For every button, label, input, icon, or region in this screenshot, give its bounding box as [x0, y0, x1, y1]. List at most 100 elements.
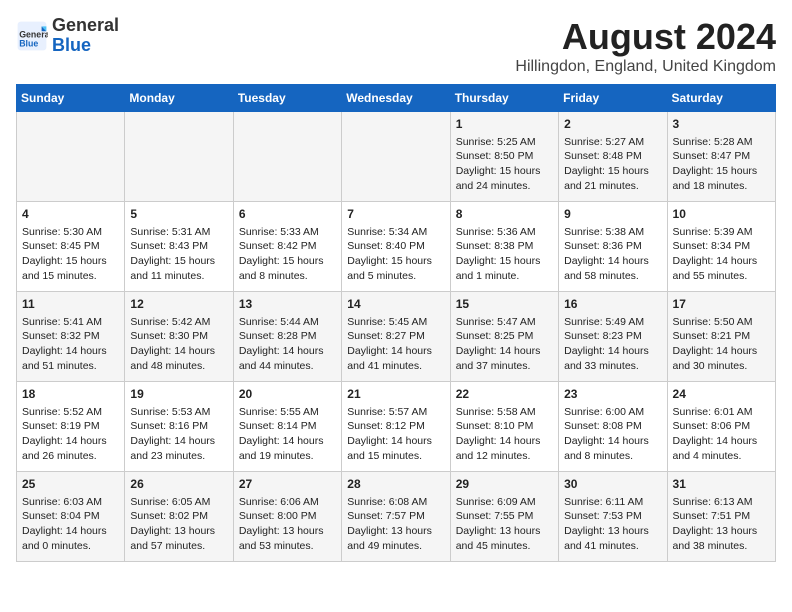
col-tuesday: Tuesday — [233, 85, 341, 112]
calendar-header: Sunday Monday Tuesday Wednesday Thursday… — [17, 85, 776, 112]
day-number: 30 — [564, 476, 661, 493]
day-info: Daylight: 15 hours — [22, 254, 119, 269]
day-info: Sunset: 8:16 PM — [130, 419, 227, 434]
day-info: Sunset: 7:53 PM — [564, 509, 661, 524]
day-info: and 48 minutes. — [130, 359, 227, 374]
day-info: Sunset: 7:57 PM — [347, 509, 444, 524]
calendar-cell: 8 Sunrise: 5:36 AMSunset: 8:38 PMDaylight… — [450, 202, 558, 292]
day-info: and 8 minutes. — [239, 269, 336, 284]
day-info: Daylight: 15 hours — [239, 254, 336, 269]
day-number: 19 — [130, 386, 227, 403]
day-number: 28 — [347, 476, 444, 493]
logo: General Blue General Blue — [16, 16, 119, 56]
day-info: Sunset: 8:43 PM — [130, 239, 227, 254]
day-info: Sunrise: 6:13 AM — [673, 495, 770, 510]
day-info: Sunrise: 6:00 AM — [564, 405, 661, 420]
col-friday: Friday — [559, 85, 667, 112]
calendar-cell: 1Sunrise: 5:25 AMSunset: 8:50 PMDaylight… — [450, 112, 558, 202]
calendar-cell: 5Sunrise: 5:31 AMSunset: 8:43 PMDaylight… — [125, 202, 233, 292]
day-info: Daylight: 13 hours — [456, 524, 553, 539]
day-info: and 57 minutes. — [130, 539, 227, 554]
day-number: 6 — [239, 206, 336, 223]
day-info: and 4 minutes. — [673, 449, 770, 464]
logo-blue-text: Blue — [52, 35, 91, 55]
calendar-week-2: 4Sunrise: 5:30 AMSunset: 8:45 PMDaylight… — [17, 202, 776, 292]
day-info: Daylight: 13 hours — [130, 524, 227, 539]
day-info: and 15 minutes. — [347, 449, 444, 464]
day-info: Sunrise: 5:58 AM — [456, 405, 553, 420]
day-number: 18 — [22, 386, 119, 403]
day-info: and 58 minutes. — [564, 269, 661, 284]
day-info: Sunset: 7:55 PM — [456, 509, 553, 524]
day-info: Sunrise: 5:55 AM — [239, 405, 336, 420]
calendar-week-1: 1Sunrise: 5:25 AMSunset: 8:50 PMDaylight… — [17, 112, 776, 202]
day-info: Sunset: 8:06 PM — [673, 419, 770, 434]
calendar-week-3: 11Sunrise: 5:41 AMSunset: 8:32 PMDayligh… — [17, 292, 776, 382]
day-info: Daylight: 14 hours — [564, 434, 661, 449]
calendar-cell — [233, 112, 341, 202]
day-info: Daylight: 15 hours — [347, 254, 444, 269]
day-number: 21 — [347, 386, 444, 403]
day-info: Daylight: 14 hours — [456, 344, 553, 359]
day-info: and 51 minutes. — [22, 359, 119, 374]
day-number: 4 — [22, 206, 119, 223]
day-number: 15 — [456, 296, 553, 313]
day-info: Sunrise: 5:36 AM — [456, 225, 553, 240]
day-info: Sunrise: 5:39 AM — [673, 225, 770, 240]
day-info: Sunset: 8:19 PM — [22, 419, 119, 434]
day-number: 16 — [564, 296, 661, 313]
day-number: 14 — [347, 296, 444, 313]
col-wednesday: Wednesday — [342, 85, 450, 112]
day-info: Daylight: 14 hours — [239, 434, 336, 449]
day-info: Daylight: 14 hours — [22, 524, 119, 539]
day-info: Sunrise: 5:44 AM — [239, 315, 336, 330]
day-info: Sunrise: 6:01 AM — [673, 405, 770, 420]
day-info: Sunset: 8:50 PM — [456, 149, 553, 164]
day-info: and 49 minutes. — [347, 539, 444, 554]
day-info: and 18 minutes. — [673, 179, 770, 194]
calendar-cell: 31Sunrise: 6:13 AMSunset: 7:51 PMDayligh… — [667, 472, 775, 562]
day-info: Sunrise: 5:49 AM — [564, 315, 661, 330]
calendar-week-4: 18Sunrise: 5:52 AMSunset: 8:19 PMDayligh… — [17, 382, 776, 472]
day-info: Sunset: 8:28 PM — [239, 329, 336, 344]
day-info: Daylight: 14 hours — [673, 344, 770, 359]
calendar-cell: 16Sunrise: 5:49 AMSunset: 8:23 PMDayligh… — [559, 292, 667, 382]
day-info: and 5 minutes. — [347, 269, 444, 284]
calendar-cell: 18Sunrise: 5:52 AMSunset: 8:19 PMDayligh… — [17, 382, 125, 472]
calendar-cell: 29Sunrise: 6:09 AMSunset: 7:55 PMDayligh… — [450, 472, 558, 562]
calendar-week-5: 25Sunrise: 6:03 AMSunset: 8:04 PMDayligh… — [17, 472, 776, 562]
day-info: Daylight: 14 hours — [130, 344, 227, 359]
day-info: Daylight: 15 hours — [673, 164, 770, 179]
day-info: Sunrise: 6:06 AM — [239, 495, 336, 510]
day-info: Sunrise: 6:11 AM — [564, 495, 661, 510]
day-info: Daylight: 15 hours — [456, 254, 553, 269]
calendar-cell: 30Sunrise: 6:11 AMSunset: 7:53 PMDayligh… — [559, 472, 667, 562]
calendar-cell: 20 Sunrise: 5:55 AMSunset: 8:14 PMDayligh… — [233, 382, 341, 472]
day-info: Daylight: 13 hours — [347, 524, 444, 539]
day-info: and 23 minutes. — [130, 449, 227, 464]
day-info: Sunset: 8:38 PM — [456, 239, 553, 254]
logo-icon: General Blue — [16, 20, 48, 52]
day-number: 13 — [239, 296, 336, 313]
day-info: Sunset: 8:40 PM — [347, 239, 444, 254]
day-info: Sunset: 8:21 PM — [673, 329, 770, 344]
day-number: 20 — [239, 386, 336, 403]
day-info: Sunrise: 5:30 AM — [22, 225, 119, 240]
col-monday: Monday — [125, 85, 233, 112]
calendar-cell: 19Sunrise: 5:53 AMSunset: 8:16 PMDayligh… — [125, 382, 233, 472]
day-info: Sunset: 8:14 PM — [239, 419, 336, 434]
day-number: 8 — [456, 206, 553, 223]
day-info: Daylight: 13 hours — [239, 524, 336, 539]
day-number: 23 — [564, 386, 661, 403]
day-info: Sunrise: 6:08 AM — [347, 495, 444, 510]
day-info: Daylight: 14 hours — [673, 434, 770, 449]
day-info: and 15 minutes. — [22, 269, 119, 284]
day-info: and 26 minutes. — [22, 449, 119, 464]
calendar-cell: 10Sunrise: 5:39 AMSunset: 8:34 PMDayligh… — [667, 202, 775, 292]
svg-text:Blue: Blue — [19, 38, 38, 48]
day-info: and 55 minutes. — [673, 269, 770, 284]
day-info: Sunrise: 5:25 AM — [456, 135, 553, 150]
day-info: Sunset: 8:34 PM — [673, 239, 770, 254]
calendar-cell: 28 Sunrise: 6:08 AMSunset: 7:57 PMDayligh… — [342, 472, 450, 562]
day-info: and 8 minutes. — [564, 449, 661, 464]
